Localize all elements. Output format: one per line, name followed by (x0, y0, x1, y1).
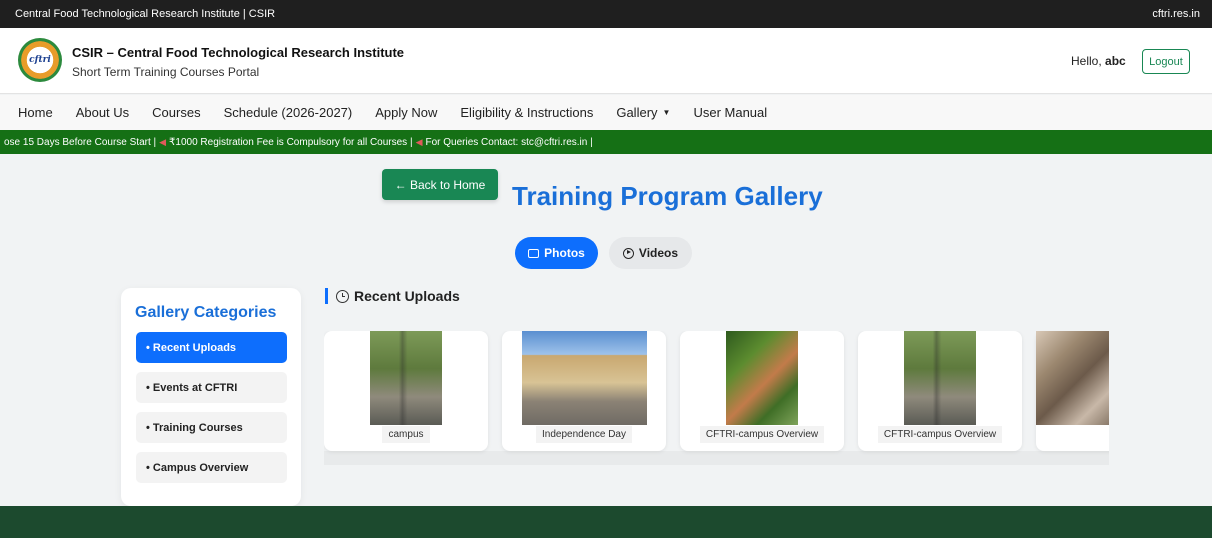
caption-text: CFTRI-campus Overview (699, 426, 825, 443)
ticker-text-1: ose 15 Days Before Course Start | (4, 136, 157, 148)
caption-text: campus (382, 426, 430, 443)
gallery-card[interactable]: CFTRI-campus Overview (680, 331, 844, 451)
greeting-text: Hello, (1071, 54, 1102, 68)
main-nav: Home About Us Courses Schedule (2026-202… (0, 95, 1212, 130)
play-circle-icon (622, 247, 634, 259)
gallery-thumbnail (370, 331, 442, 425)
tab-videos-label: Videos (638, 246, 679, 260)
nav-user-manual[interactable]: User Manual (693, 105, 767, 120)
brand-title: CSIR – Central Food Technological Resear… (72, 45, 405, 60)
sidebar-title: Gallery Categories (135, 304, 277, 321)
gallery-caption: campus (324, 426, 488, 443)
username: abc (1105, 54, 1126, 68)
nav-gallery-label: Gallery (616, 105, 658, 120)
top-bar: Central Food Technological Research Inst… (0, 0, 1212, 28)
image-icon (528, 248, 540, 258)
site-link[interactable]: cftri.res.in (1152, 8, 1200, 20)
clock-icon (336, 289, 349, 303)
announcement-ticker: ose 15 Days Before Course Start | ◀ ₹100… (0, 130, 1212, 154)
nav-courses[interactable]: Courses (152, 105, 200, 120)
accent-bar (325, 288, 328, 304)
user-greeting: Hello, abc (1071, 54, 1126, 68)
chevron-down-icon: ▼ (662, 108, 671, 117)
gallery-card[interactable]: Independence Day (502, 331, 666, 451)
logout-button[interactable]: Logout (1142, 49, 1190, 74)
gallery-card[interactable] (1036, 331, 1109, 451)
category-events[interactable]: • Events at CFTRI (136, 372, 287, 403)
top-bar-text: Central Food Technological Research Inst… (15, 8, 276, 20)
gallery-thumbnail (904, 331, 976, 425)
ticker-text-3: For Queries Contact: stc@cftri.res.in | (425, 136, 593, 148)
caption-text: CFTRI-campus Overview (877, 426, 1003, 443)
nav-gallery-dropdown[interactable]: Gallery ▼ (616, 105, 670, 120)
gallery-categories-panel: Gallery Categories • Recent Uploads • Ev… (121, 288, 301, 506)
ticker-text-2: ₹1000 Registration Fee is Compulsory for… (169, 136, 413, 148)
nav-eligibility[interactable]: Eligibility & Instructions (460, 105, 593, 120)
back-to-home-button[interactable]: ← Back to Home (382, 169, 498, 200)
gallery-caption: CFTRI-campus Overview (680, 426, 844, 443)
nav-schedule[interactable]: Schedule (2026-2027) (224, 105, 353, 120)
gallery-thumbnail (522, 331, 647, 425)
category-training-courses[interactable]: • Training Courses (136, 412, 287, 443)
gallery-card[interactable]: CFTRI-campus Overview (858, 331, 1022, 451)
gallery-card[interactable]: campus (324, 331, 488, 451)
category-recent-uploads[interactable]: • Recent Uploads (136, 332, 287, 363)
cftri-logo[interactable]: cftri (18, 38, 62, 82)
nav-about-us[interactable]: About Us (76, 105, 129, 120)
caption-text: Independence Day (536, 426, 632, 443)
gallery-thumbnail (726, 331, 798, 425)
gallery-caption: CFTRI-campus Overview (858, 426, 1022, 443)
gallery-caption: Independence Day (502, 426, 666, 443)
megaphone-icon: ◀ (159, 136, 167, 147)
tab-videos[interactable]: Videos (609, 237, 692, 269)
nav-apply-now[interactable]: Apply Now (375, 105, 437, 120)
page-title: Training Program Gallery (512, 181, 823, 211)
category-campus-overview[interactable]: • Campus Overview (136, 452, 287, 483)
site-header: cftri CSIR – Central Food Technological … (0, 28, 1212, 94)
logo-text: cftri (27, 47, 53, 73)
tab-photos[interactable]: Photos (515, 237, 598, 269)
gallery-thumbnail (1036, 331, 1109, 425)
recent-uploads-title: Recent Uploads (354, 288, 460, 304)
nav-home[interactable]: Home (18, 105, 53, 120)
tab-photos-label: Photos (544, 246, 585, 260)
gallery-strip: campus Independence Day CFTRI-campus Ove… (324, 331, 1109, 465)
recent-uploads-heading: Recent Uploads (325, 288, 460, 304)
site-footer (0, 506, 1212, 538)
megaphone-icon: ◀ (415, 136, 423, 147)
brand-subtitle: Short Term Training Courses Portal (72, 65, 260, 79)
